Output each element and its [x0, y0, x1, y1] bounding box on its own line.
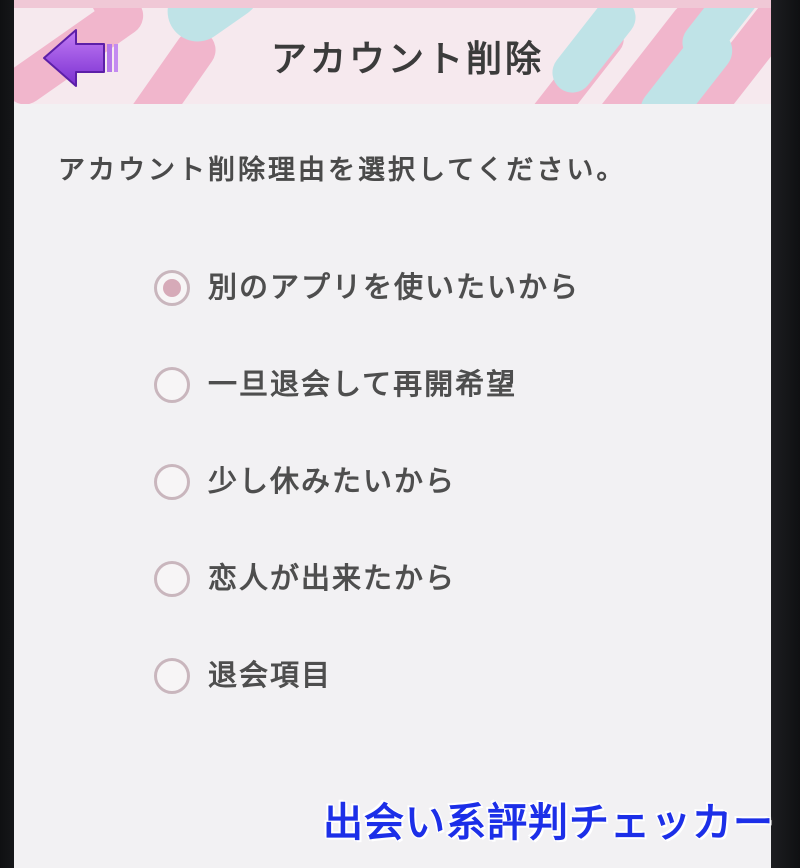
reason-option-take-break[interactable]: 少し休みたいから: [154, 452, 714, 549]
reason-option-found-partner[interactable]: 恋人が出来たから: [154, 549, 714, 646]
radio-button[interactable]: [154, 561, 190, 597]
reason-list: 別のアプリを使いたいから 一旦退会して再開希望 少し休みたいから 恋人が出来たか…: [154, 258, 714, 743]
radio-button-selected[interactable]: [154, 270, 190, 306]
reason-label: 少し休みたいから: [208, 464, 457, 498]
reason-label: 一旦退会して再開希望: [208, 367, 518, 401]
watermark-text: 出会い系評判チェッカー: [322, 799, 774, 847]
reason-label: 恋人が出来たから: [208, 561, 457, 595]
reason-label: 別のアプリを使いたいから: [208, 270, 581, 304]
app-screen: アカウント削除 アカウント削除理由を選択してください。 別のアプリを使いたいから…: [14, 0, 771, 868]
radio-button[interactable]: [154, 367, 190, 403]
header-bar: アカウント削除: [14, 0, 771, 104]
reason-option-other-app[interactable]: 別のアプリを使いたいから: [154, 258, 714, 355]
reason-option-withdrawal-item[interactable]: 退会項目: [154, 646, 714, 743]
instruction-text: アカウント削除理由を選択してください。: [58, 155, 627, 186]
reason-label: 退会項目: [208, 658, 333, 692]
radio-button[interactable]: [154, 658, 190, 694]
radio-button[interactable]: [154, 464, 190, 500]
page-title: アカウント削除: [270, 39, 544, 80]
reason-option-restart-later[interactable]: 一旦退会して再開希望: [154, 355, 714, 452]
